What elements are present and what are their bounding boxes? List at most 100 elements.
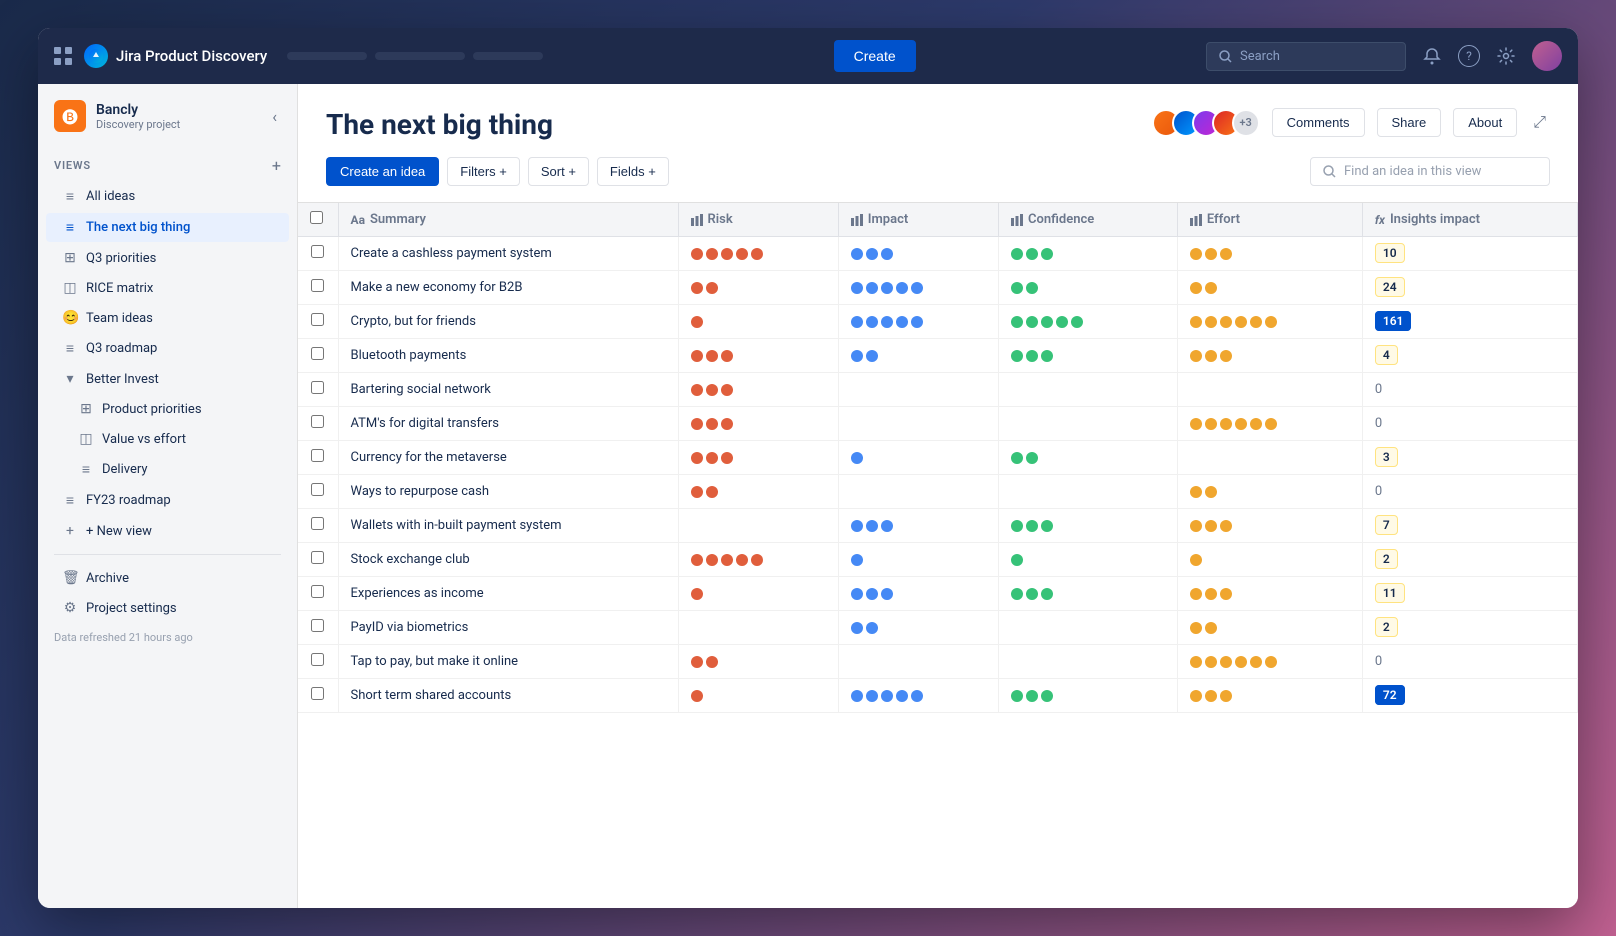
sidebar-group-better-invest[interactable]: ▾ Better Invest: [46, 365, 289, 393]
app-logo[interactable]: Jira Product Discovery: [84, 44, 267, 68]
table-row[interactable]: Create a cashless payment system10: [298, 237, 1578, 271]
add-view-button[interactable]: +: [272, 156, 281, 175]
row-confidence: [999, 305, 1178, 339]
row-summary[interactable]: Stock exchange club: [338, 543, 678, 577]
row-summary[interactable]: Bartering social network: [338, 373, 678, 407]
table-row[interactable]: Bartering social network0: [298, 373, 1578, 407]
avatar-count[interactable]: +3: [1232, 109, 1260, 137]
row-checkbox[interactable]: [311, 687, 324, 700]
row-checkbox[interactable]: [311, 551, 324, 564]
grid-icon[interactable]: [54, 47, 72, 65]
search-view-input[interactable]: Find an idea in this view: [1310, 157, 1550, 186]
table-row[interactable]: Experiences as income11: [298, 577, 1578, 611]
row-confidence: [999, 475, 1178, 509]
settings-icon[interactable]: [1492, 42, 1520, 70]
help-icon[interactable]: ?: [1458, 45, 1480, 67]
sidebar-item-q3-roadmap[interactable]: ≡ Q3 roadmap: [46, 334, 289, 363]
insight-badge: 24: [1375, 277, 1405, 297]
row-risk: [678, 679, 838, 713]
row-summary[interactable]: Make a new economy for B2B: [338, 271, 678, 305]
row-summary[interactable]: Create a cashless payment system: [338, 237, 678, 271]
row-checkbox[interactable]: [311, 483, 324, 496]
row-checkbox[interactable]: [311, 279, 324, 292]
row-summary[interactable]: Experiences as income: [338, 577, 678, 611]
table-row[interactable]: Crypto, but for friends161: [298, 305, 1578, 339]
row-summary[interactable]: Tap to pay, but make it online: [338, 645, 678, 679]
about-button[interactable]: About: [1453, 108, 1517, 137]
user-avatar[interactable]: [1532, 41, 1562, 71]
create-idea-button[interactable]: Create an idea: [326, 157, 439, 186]
filters-button[interactable]: Filters +: [447, 157, 520, 186]
sidebar-item-q3-priorities[interactable]: ⊞ Q3 priorities: [46, 244, 289, 272]
nav-search-box[interactable]: Search: [1206, 42, 1406, 71]
row-effort: [1177, 645, 1362, 679]
row-checkbox[interactable]: [311, 415, 324, 428]
table-row[interactable]: Stock exchange club2: [298, 543, 1578, 577]
table-row[interactable]: Ways to repurpose cash0: [298, 475, 1578, 509]
table-row[interactable]: Make a new economy for B2B 24: [298, 271, 1578, 305]
table-row[interactable]: Short term shared accounts 72: [298, 679, 1578, 713]
row-summary[interactable]: Short term shared accounts: [338, 679, 678, 713]
row-checkbox[interactable]: [311, 381, 324, 394]
row-impact: [838, 475, 998, 509]
row-impact: [838, 441, 998, 475]
table-row[interactable]: ATM's for digital transfers0: [298, 407, 1578, 441]
sidebar-item-value-vs-effort[interactable]: ◫ Value vs effort: [46, 425, 289, 453]
row-checkbox[interactable]: [311, 619, 324, 632]
row-checkbox[interactable]: [311, 245, 324, 258]
row-summary[interactable]: Ways to repurpose cash: [338, 475, 678, 509]
sidebar-item-fy23-roadmap[interactable]: ≡ FY23 roadmap: [46, 486, 289, 515]
header-checkbox[interactable]: [298, 203, 338, 237]
row-summary[interactable]: Bluetooth payments: [338, 339, 678, 373]
row-checkbox[interactable]: [311, 585, 324, 598]
sidebar-item-all-ideas[interactable]: ≡ All ideas: [46, 182, 289, 211]
sidebar-item-archive[interactable]: 🗑 Archive: [46, 564, 289, 592]
row-summary[interactable]: ATM's for digital transfers: [338, 407, 678, 441]
row-checkbox[interactable]: [311, 449, 324, 462]
matrix-icon: ◫: [78, 431, 94, 447]
page-header: The next big thing +3 Comments Share Abo…: [298, 84, 1578, 141]
bar-chart-icon: [1011, 214, 1023, 226]
fx-icon: fx: [1375, 213, 1385, 227]
row-summary[interactable]: PayID via biometrics: [338, 611, 678, 645]
sidebar-collapse-button[interactable]: ‹: [268, 103, 281, 130]
row-effort: [1177, 305, 1362, 339]
row-checkbox[interactable]: [311, 653, 324, 666]
sidebar-item-delivery[interactable]: ≡ Delivery: [46, 455, 289, 484]
sidebar-item-rice-matrix[interactable]: ◫ RICE matrix: [46, 274, 289, 302]
select-all-checkbox[interactable]: [310, 211, 323, 224]
row-effort: [1177, 373, 1362, 407]
table-row[interactable]: Currency for the metaverse3: [298, 441, 1578, 475]
row-confidence: [999, 407, 1178, 441]
row-impact: [838, 645, 998, 679]
bell-icon[interactable]: [1418, 42, 1446, 70]
fields-button[interactable]: Fields +: [597, 157, 669, 186]
row-insights: 0: [1362, 645, 1577, 679]
row-confidence: [999, 373, 1178, 407]
row-summary[interactable]: Currency for the metaverse: [338, 441, 678, 475]
share-button[interactable]: Share: [1377, 108, 1442, 137]
row-checkbox[interactable]: [311, 313, 324, 326]
table-row[interactable]: Tap to pay, but make it online 0: [298, 645, 1578, 679]
row-effort: [1177, 339, 1362, 373]
insight-badge: 72: [1375, 685, 1405, 705]
nav-create-button[interactable]: Create: [834, 40, 916, 72]
sidebar-item-project-settings[interactable]: ⚙ Project settings: [46, 594, 289, 622]
expand-button[interactable]: ⤢: [1529, 110, 1550, 136]
sidebar-item-label: + New view: [86, 524, 152, 539]
row-checkbox[interactable]: [311, 347, 324, 360]
table-row[interactable]: PayID via biometrics2: [298, 611, 1578, 645]
row-risk: [678, 407, 838, 441]
row-checkbox[interactable]: [311, 517, 324, 530]
sidebar-item-new-view[interactable]: + + New view: [46, 517, 289, 545]
sort-button[interactable]: Sort +: [528, 157, 589, 186]
comments-button[interactable]: Comments: [1272, 108, 1365, 137]
sidebar-item-next-big-thing[interactable]: ≡ The next big thing: [46, 213, 289, 242]
row-summary[interactable]: Wallets with in-built payment system: [338, 509, 678, 543]
row-summary[interactable]: Crypto, but for friends: [338, 305, 678, 339]
table-row[interactable]: Wallets with in-built payment system7: [298, 509, 1578, 543]
row-insights: 72: [1362, 679, 1577, 713]
table-row[interactable]: Bluetooth payments4: [298, 339, 1578, 373]
sidebar-item-product-priorities[interactable]: ⊞ Product priorities: [46, 395, 289, 423]
sidebar-item-team-ideas[interactable]: 😊 Team ideas: [46, 304, 289, 332]
